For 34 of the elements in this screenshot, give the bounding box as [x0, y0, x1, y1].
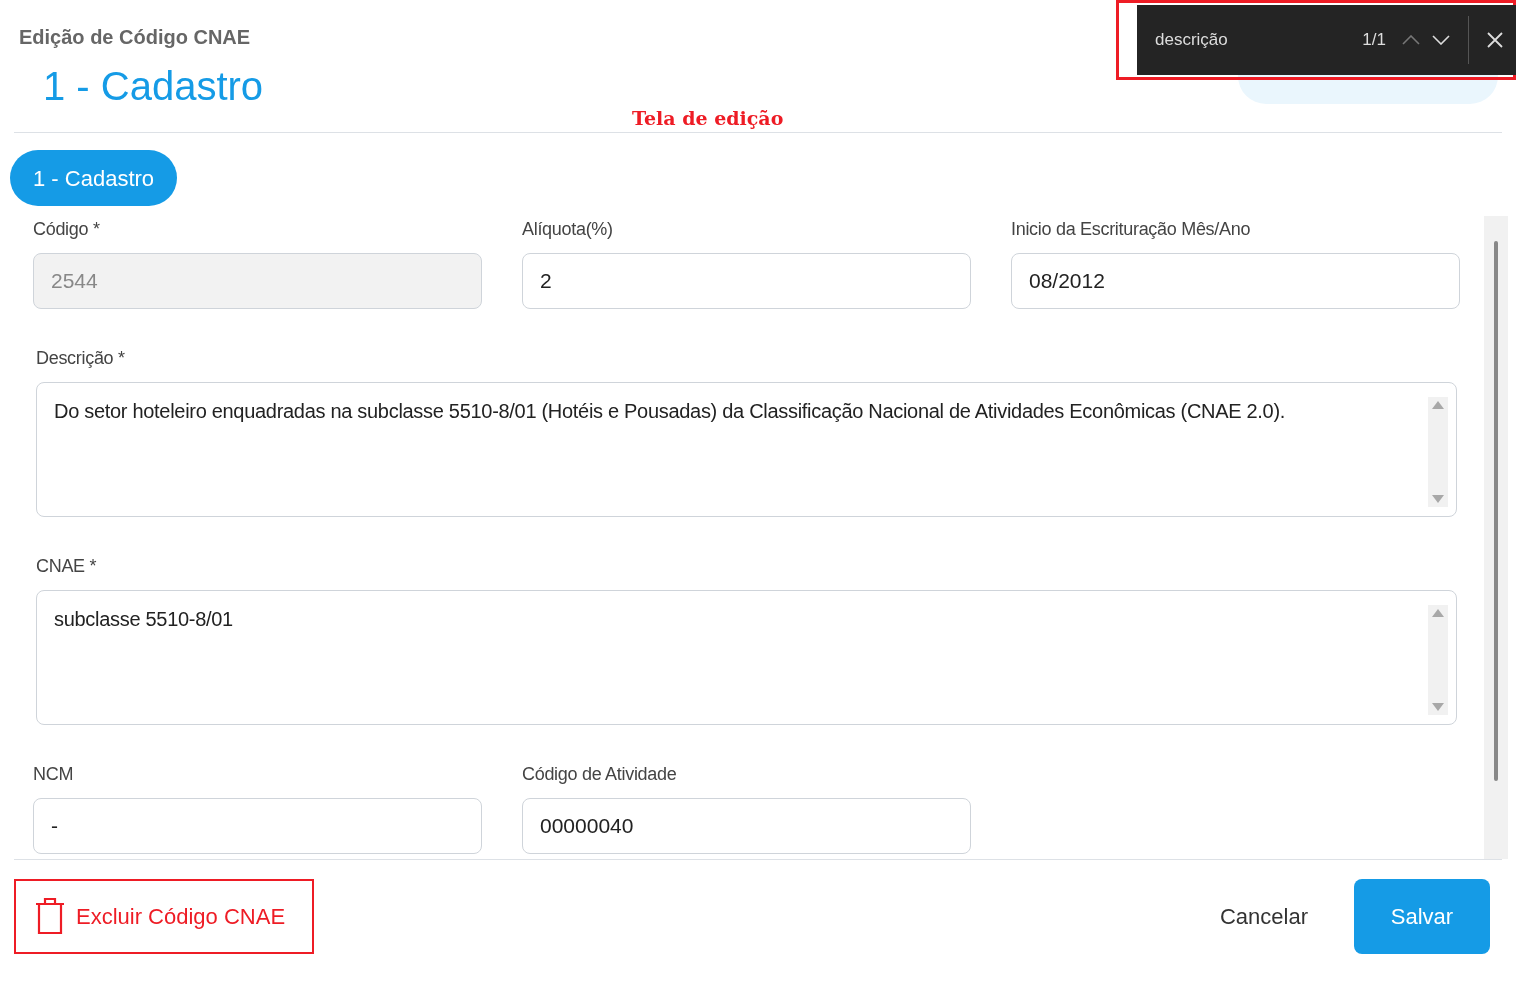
scrollbar[interactable]: [1484, 216, 1508, 859]
scroll-down-icon[interactable]: [1432, 703, 1444, 711]
field-label: Código *: [33, 218, 101, 241]
next-icon[interactable]: [1432, 35, 1450, 45]
cancel-button[interactable]: Cancelar: [1195, 899, 1332, 933]
annotation-label: Tela de edição: [632, 106, 784, 131]
scrollbar[interactable]: [1428, 397, 1448, 507]
field-label: Alíquota(%): [522, 218, 614, 241]
field-label: CNAE *: [36, 555, 98, 578]
scroll-up-icon[interactable]: [1432, 609, 1444, 617]
close-icon[interactable]: [1487, 32, 1503, 48]
input-field[interactable]: 00000040: [522, 798, 971, 854]
delete-button[interactable]: Excluir Código CNAE: [14, 878, 314, 954]
previous-icon[interactable]: [1402, 35, 1420, 45]
text-value: subclasse 5510-8/01: [54, 607, 234, 632]
text-area[interactable]: Do setor hoteleiro enquadradas na subclasse 5510-8/01 (Hotéis e Pousadas) da Classificação Nacional de Atividades Econômicas (CNAE 2.0).: [36, 382, 1457, 517]
input-field[interactable]: -: [33, 798, 482, 854]
find-query[interactable]: descrição: [1155, 27, 1363, 53]
field-label: Descrição *: [36, 347, 126, 370]
match-count: 1/1: [1362, 29, 1386, 52]
field-label: Código de Atividade: [522, 763, 678, 786]
dialog-subtitle: Edição de Código CNAE: [19, 25, 251, 50]
scroll-down-icon[interactable]: [1432, 495, 1444, 503]
scroll-up-icon[interactable]: [1432, 401, 1444, 409]
input-field[interactable]: 2: [522, 253, 971, 309]
text-area[interactable]: subclasse 5510-8/01: [36, 590, 1457, 725]
input-field[interactable]: 08/2012: [1011, 253, 1460, 309]
scrollbar[interactable]: [1428, 605, 1448, 715]
field-label: Inicio da Escrituração Mês/Ano: [1011, 218, 1252, 241]
trash-icon: [34, 897, 66, 935]
scroll-thumb[interactable]: [1494, 241, 1498, 781]
dialog-title: 1 - Cadastro: [43, 63, 264, 110]
text-value: Do setor hoteleiro enquadradas na subclasse 5510-8/01 (Hotéis e Pousadas) da Classificação Nacional de Atividades Econômicas (CNAE 2.0).: [54, 399, 1287, 424]
field-label: NCM: [33, 763, 75, 786]
